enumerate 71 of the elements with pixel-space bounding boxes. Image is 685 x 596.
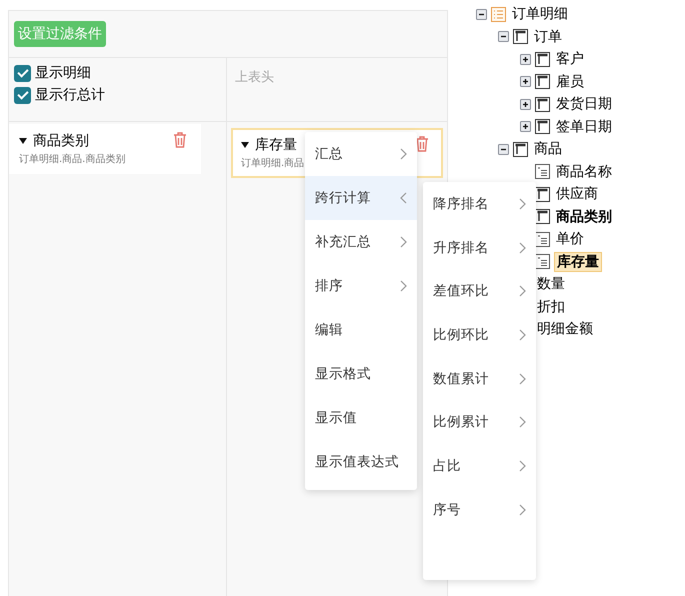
tree-item[interactable]: 订单 [532, 28, 564, 46]
expand-icon[interactable] [520, 121, 531, 132]
tree-item[interactable]: 折扣 [535, 298, 567, 316]
chevron-right-icon [400, 236, 407, 248]
menu-item[interactable]: 补充汇总 [305, 220, 417, 264]
chevron-right-icon [519, 504, 526, 516]
field-card[interactable]: 商品类别 订单明细.商品.商品类别 [9, 124, 201, 174]
tree-item[interactable]: 单价 [554, 230, 586, 248]
menu-item[interactable]: 升序排名 [423, 226, 536, 270]
table-icon [535, 96, 550, 112]
menu-item[interactable]: 数值累计 [423, 356, 536, 400]
menu-item[interactable]: 占比 [423, 444, 536, 488]
tree-item[interactable]: 雇员 [554, 72, 586, 91]
field-name: 商品类别 [33, 132, 89, 150]
tree-item[interactable]: 商品 [532, 140, 564, 158]
field-icon [535, 164, 550, 180]
tree-item[interactable]: 数量 [535, 275, 567, 294]
checkbox-label: 显示行总计 [35, 86, 105, 104]
menu-item[interactable]: 编辑 [305, 308, 417, 352]
chevron-right-icon [519, 198, 526, 210]
table-icon [513, 142, 528, 157]
menu-item[interactable]: 降序排名 [423, 182, 536, 226]
checkbox-label: 显示明细 [35, 64, 91, 82]
trash-icon[interactable] [415, 136, 429, 152]
trash-icon[interactable] [173, 132, 187, 148]
checkbox[interactable] [14, 64, 31, 82]
expand-icon[interactable] [520, 76, 531, 88]
table-icon [513, 29, 528, 44]
menu-item[interactable]: 显示值 [305, 396, 417, 440]
table-icon [535, 74, 550, 90]
chevron-right-icon [519, 372, 526, 385]
dropdown-icon[interactable] [19, 138, 27, 144]
menu-item[interactable]: 比例累计 [423, 400, 536, 444]
checkbox[interactable] [14, 86, 31, 104]
menu-item[interactable]: 显示格式 [305, 352, 417, 396]
dropdown-icon[interactable] [241, 142, 249, 148]
tree-item[interactable]: 客户 [554, 50, 586, 68]
field-path: 订单明细.商品.商品类别 [19, 152, 126, 166]
tree-item[interactable]: 订单明细 [510, 5, 570, 24]
expand-icon[interactable] [520, 98, 531, 110]
tree-item[interactable]: 供应商 [554, 185, 600, 204]
chevron-right-icon [519, 285, 526, 298]
menu-item[interactable]: 汇总 [305, 132, 417, 176]
menu-item[interactable]: 排序 [305, 264, 417, 308]
menu-item[interactable]: 序号 [423, 488, 536, 532]
tree-item[interactable]: 明细金额 [535, 320, 595, 338]
table-icon [535, 52, 550, 67]
tree-item[interactable]: 发货日期 [554, 95, 614, 114]
table-icon [535, 119, 550, 134]
chevron-right-icon [519, 460, 526, 472]
chevron-right-icon [400, 148, 407, 160]
field-name: 库存量 [255, 136, 297, 154]
chevron-right-icon [519, 416, 526, 428]
tree-item[interactable]: 库存量 [554, 252, 602, 272]
tree-item[interactable]: 商品类别 [554, 208, 614, 226]
chevron-right-icon [519, 242, 526, 254]
tree-item[interactable]: 签单日期 [554, 118, 614, 136]
chevron-left-icon [400, 192, 407, 204]
field-path: 订单明细.商品 [241, 156, 306, 170]
collapse-icon[interactable] [498, 31, 509, 42]
collapse-icon[interactable] [476, 8, 487, 20]
chevron-right-icon [519, 328, 526, 341]
menu-item[interactable]: 显示值表达式 [305, 440, 417, 484]
collapse-icon[interactable] [498, 144, 509, 155]
list-icon [491, 6, 506, 22]
menu-item[interactable]: 比例环比 [423, 313, 536, 357]
menu-item[interactable]: 跨行计算 [305, 176, 417, 220]
chevron-right-icon [400, 280, 407, 292]
expand-icon[interactable] [520, 54, 531, 65]
menu-item[interactable]: 差值环比 [423, 269, 536, 314]
tree-item[interactable]: 商品名称 [554, 162, 614, 181]
